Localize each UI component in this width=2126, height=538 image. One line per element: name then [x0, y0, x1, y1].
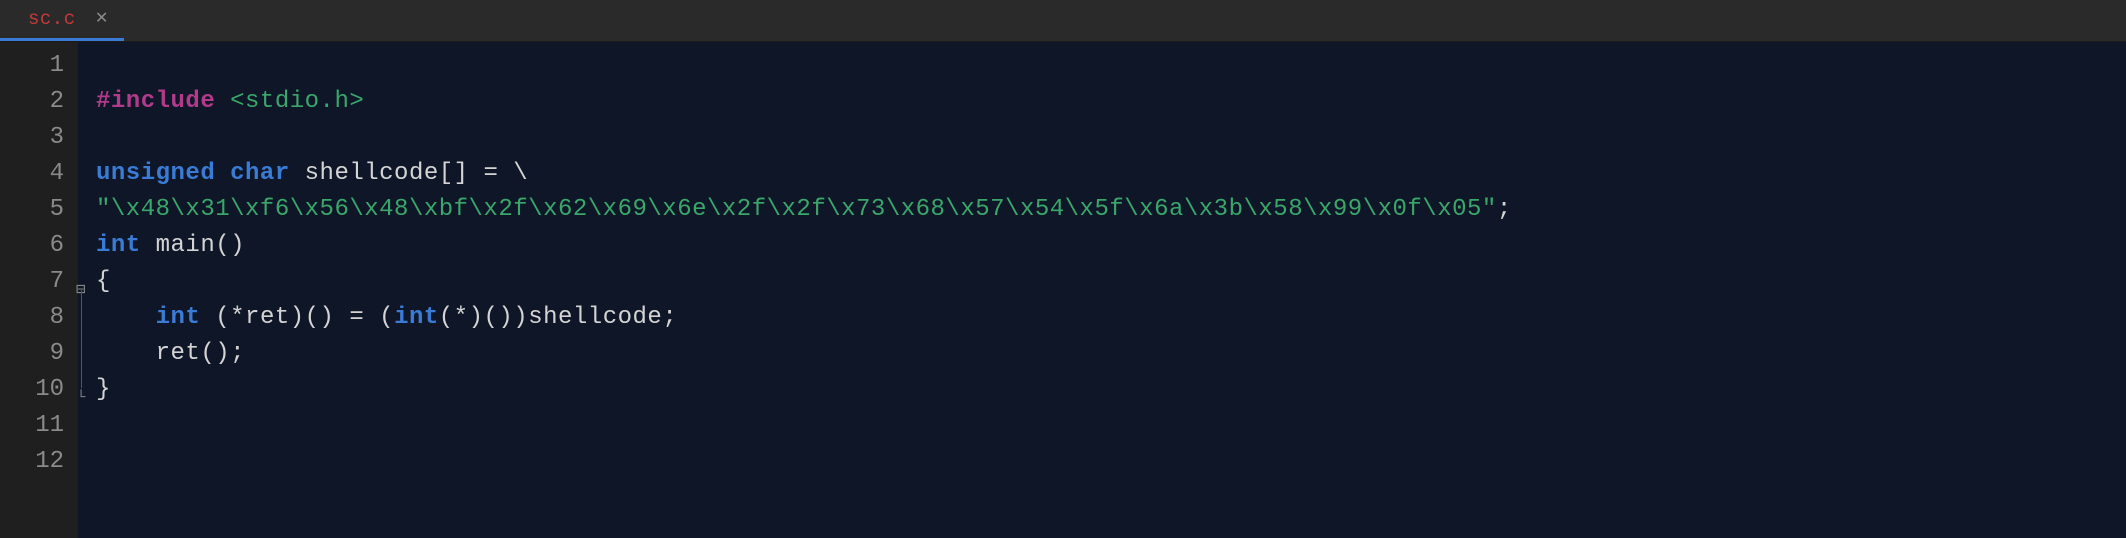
token: "\x48\x31\xf6\x56\x48\xbf\x2f\x62\x69\x6… — [96, 196, 1497, 223]
close-icon[interactable]: ✕ — [94, 7, 110, 31]
token: char — [230, 160, 290, 187]
token: int — [96, 232, 141, 259]
line-number: 10 — [0, 372, 64, 408]
fold-column: ⊟└ — [78, 42, 96, 538]
token — [96, 304, 156, 331]
fold-guide — [81, 290, 82, 388]
line-number: 3 — [0, 120, 64, 156]
line-number: 12 — [0, 444, 64, 480]
fold-close-icon: └ — [77, 380, 85, 416]
line-number: 6 — [0, 228, 64, 264]
line-number: 7 — [0, 264, 64, 300]
token: main() — [141, 232, 245, 259]
code-area[interactable]: #include <stdio.h> unsigned char shellco… — [96, 42, 2126, 538]
token: ret(); — [96, 340, 245, 367]
line-number: 11 — [0, 408, 64, 444]
code-line[interactable]: } — [96, 372, 2126, 408]
code-line[interactable] — [96, 444, 2126, 480]
tab-bar: sc.c ✕ — [0, 0, 2126, 42]
code-line[interactable]: { — [96, 264, 2126, 300]
code-line[interactable]: "\x48\x31\xf6\x56\x48\xbf\x2f\x62\x69\x6… — [96, 192, 2126, 228]
tab-label: sc.c — [28, 8, 76, 30]
code-line[interactable] — [96, 120, 2126, 156]
tab-sc-c[interactable]: sc.c ✕ — [0, 0, 124, 41]
code-line[interactable]: ret(); — [96, 336, 2126, 372]
code-line[interactable]: int (*ret)() = (int(*)())shellcode; — [96, 300, 2126, 336]
line-number: 1 — [0, 48, 64, 84]
line-number: 4 — [0, 156, 64, 192]
code-line[interactable] — [96, 48, 2126, 84]
token: ; — [1497, 196, 1512, 223]
token: <stdio.h> — [230, 88, 364, 115]
code-line[interactable] — [96, 408, 2126, 444]
line-number: 9 — [0, 336, 64, 372]
token: int — [156, 304, 201, 331]
editor: 123456789101112 ⊟└ #include <stdio.h> un… — [0, 42, 2126, 538]
token — [215, 88, 230, 115]
line-number-gutter: 123456789101112 — [0, 42, 78, 538]
token: shellcode[] = \ — [290, 160, 528, 187]
token: } — [96, 376, 111, 403]
line-number: 2 — [0, 84, 64, 120]
line-number: 8 — [0, 300, 64, 336]
line-number: 5 — [0, 192, 64, 228]
code-line[interactable]: int main() — [96, 228, 2126, 264]
token: int — [394, 304, 439, 331]
token — [215, 160, 230, 187]
token: (*ret)() = ( — [200, 304, 394, 331]
token: { — [96, 268, 111, 295]
token: (*)())shellcode; — [439, 304, 677, 331]
code-line[interactable]: unsigned char shellcode[] = \ — [96, 156, 2126, 192]
token: unsigned — [96, 160, 215, 187]
token: #include — [96, 88, 215, 115]
code-line[interactable]: #include <stdio.h> — [96, 84, 2126, 120]
